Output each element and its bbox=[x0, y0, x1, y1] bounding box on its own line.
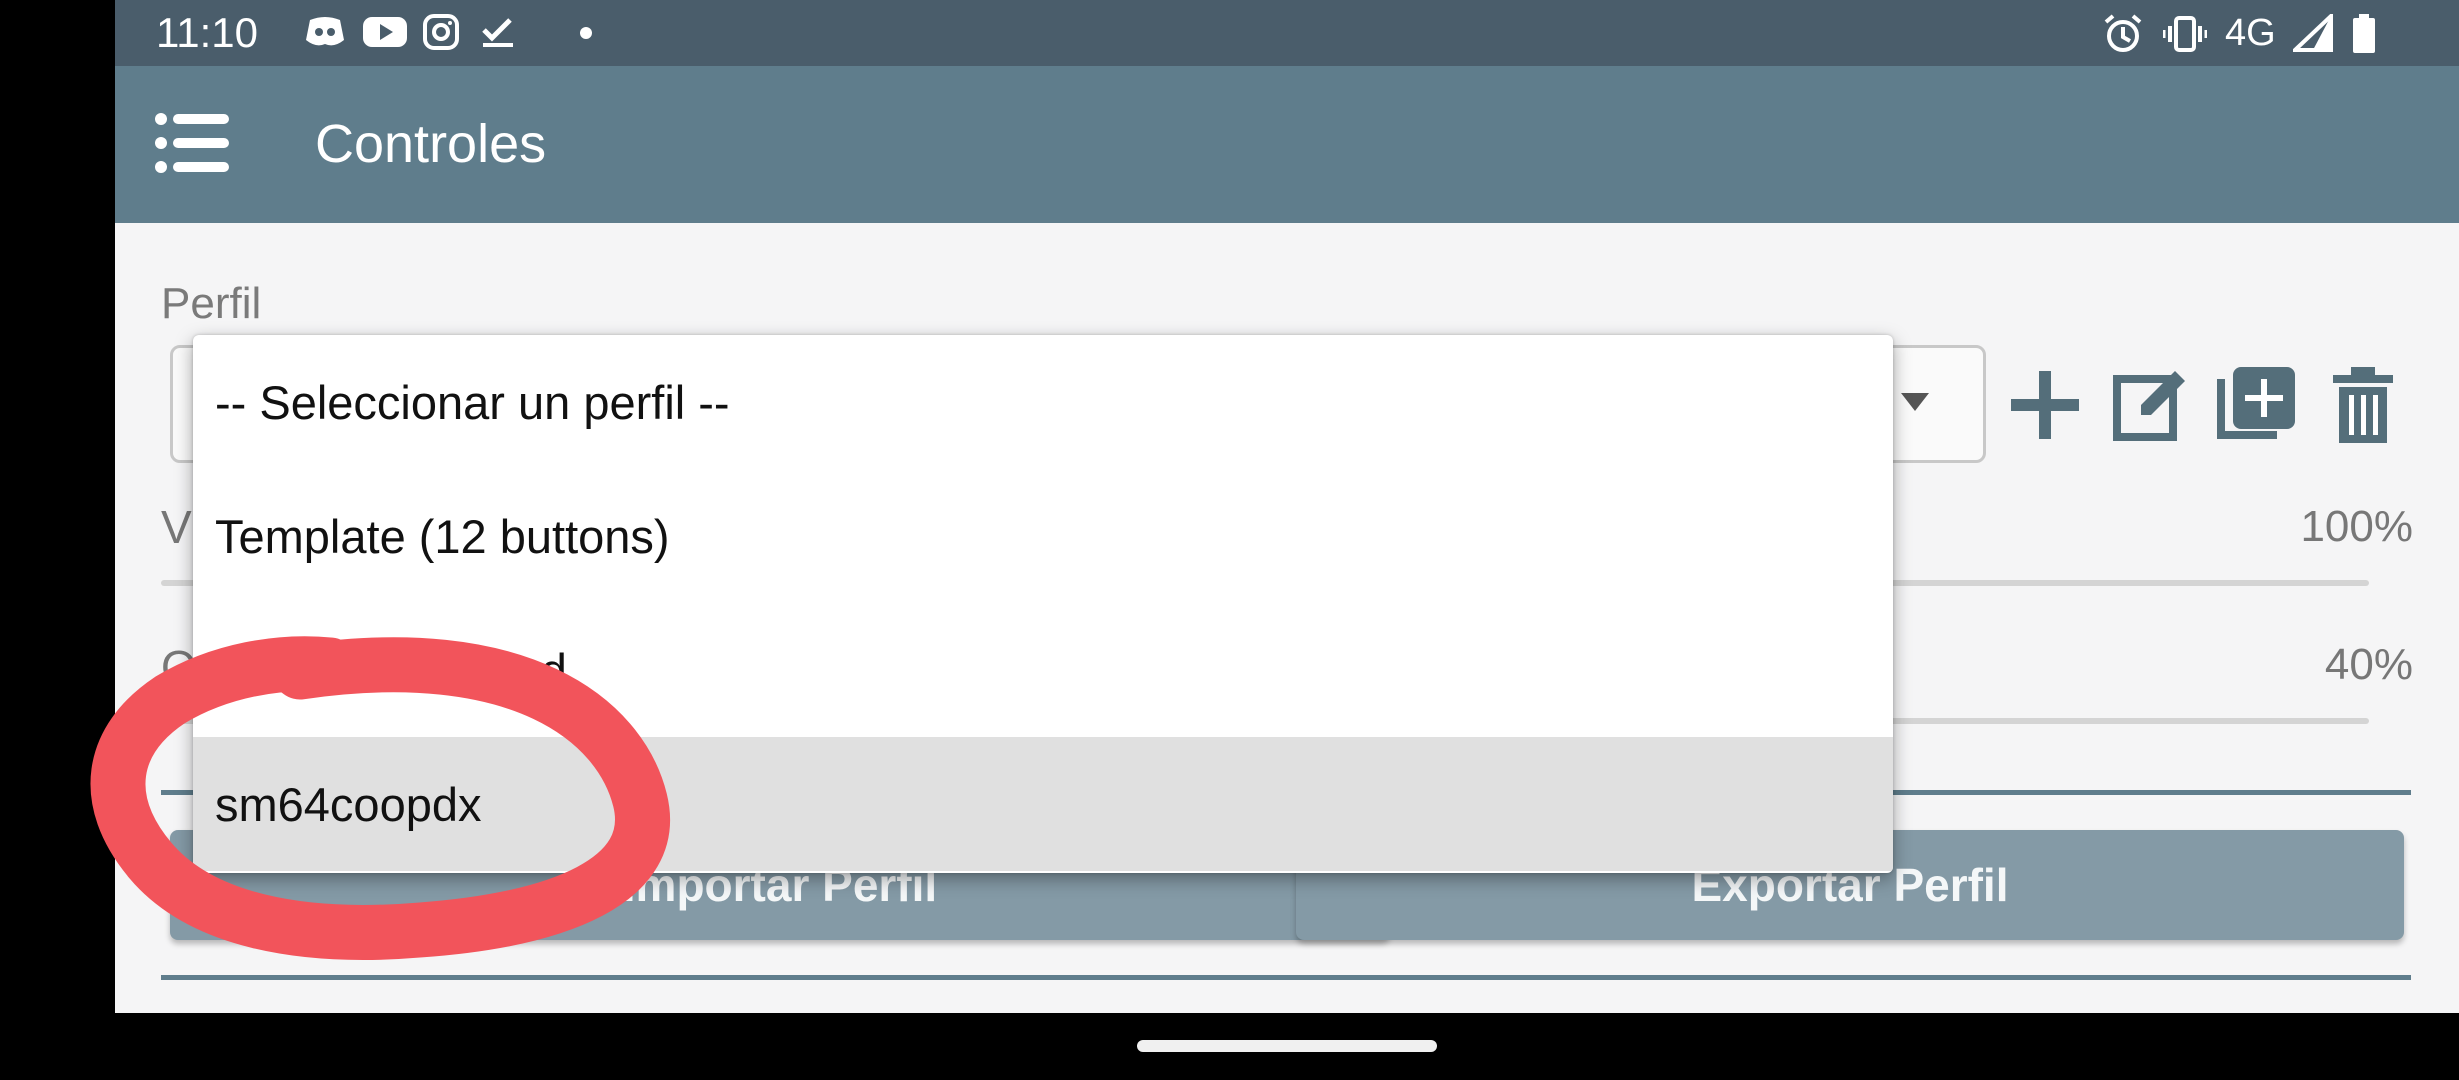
menu-list-icon[interactable] bbox=[155, 110, 231, 176]
divider bbox=[161, 975, 2411, 980]
dot-icon bbox=[580, 27, 592, 39]
dropdown-option[interactable]: Template (12 buttons) bbox=[193, 469, 1893, 603]
edit-icon[interactable] bbox=[2111, 365, 2191, 445]
home-gesture-handle[interactable] bbox=[1137, 1040, 1437, 1052]
dropdown-option-selected[interactable]: sm64coopdx bbox=[193, 737, 1893, 871]
delete-icon[interactable] bbox=[2323, 365, 2403, 445]
slider-value-1: 100% bbox=[2300, 502, 2413, 551]
signal-icon bbox=[2293, 14, 2333, 52]
chevron-down-icon[interactable] bbox=[1901, 393, 1929, 411]
status-time: 11:10 bbox=[156, 9, 258, 56]
profile-dropdown-menu: -- Seleccionar un perfil -- Template (12… bbox=[193, 335, 1893, 873]
add-icon[interactable] bbox=[2005, 365, 2085, 445]
status-bar: 11:10 4G bbox=[115, 0, 2459, 66]
slider-value-2: 40% bbox=[2324, 640, 2413, 689]
page-title: Controles bbox=[315, 114, 547, 174]
discord-icon bbox=[306, 17, 344, 46]
tasks-check-icon bbox=[482, 18, 513, 47]
vibrate-icon bbox=[2163, 16, 2207, 52]
duplicate-icon[interactable] bbox=[2217, 365, 2297, 445]
battery-icon bbox=[2353, 14, 2375, 53]
app-bar: Controles bbox=[115, 66, 2459, 223]
alarm-icon bbox=[2104, 14, 2142, 52]
slider-label-1: V bbox=[161, 501, 192, 553]
app-window: 11:10 4G Controles Perfil V 100% O 40% I… bbox=[115, 0, 2459, 1013]
dropdown-option[interactable]: Virtual Gamepad bbox=[193, 603, 1893, 737]
instagram-icon bbox=[423, 14, 459, 50]
dropdown-option[interactable]: -- Seleccionar un perfil -- bbox=[193, 335, 1893, 469]
slider-label-2: O bbox=[161, 641, 197, 693]
youtube-icon bbox=[363, 17, 407, 47]
profile-label: Perfil bbox=[161, 279, 262, 328]
network-type: 4G bbox=[2225, 12, 2276, 54]
